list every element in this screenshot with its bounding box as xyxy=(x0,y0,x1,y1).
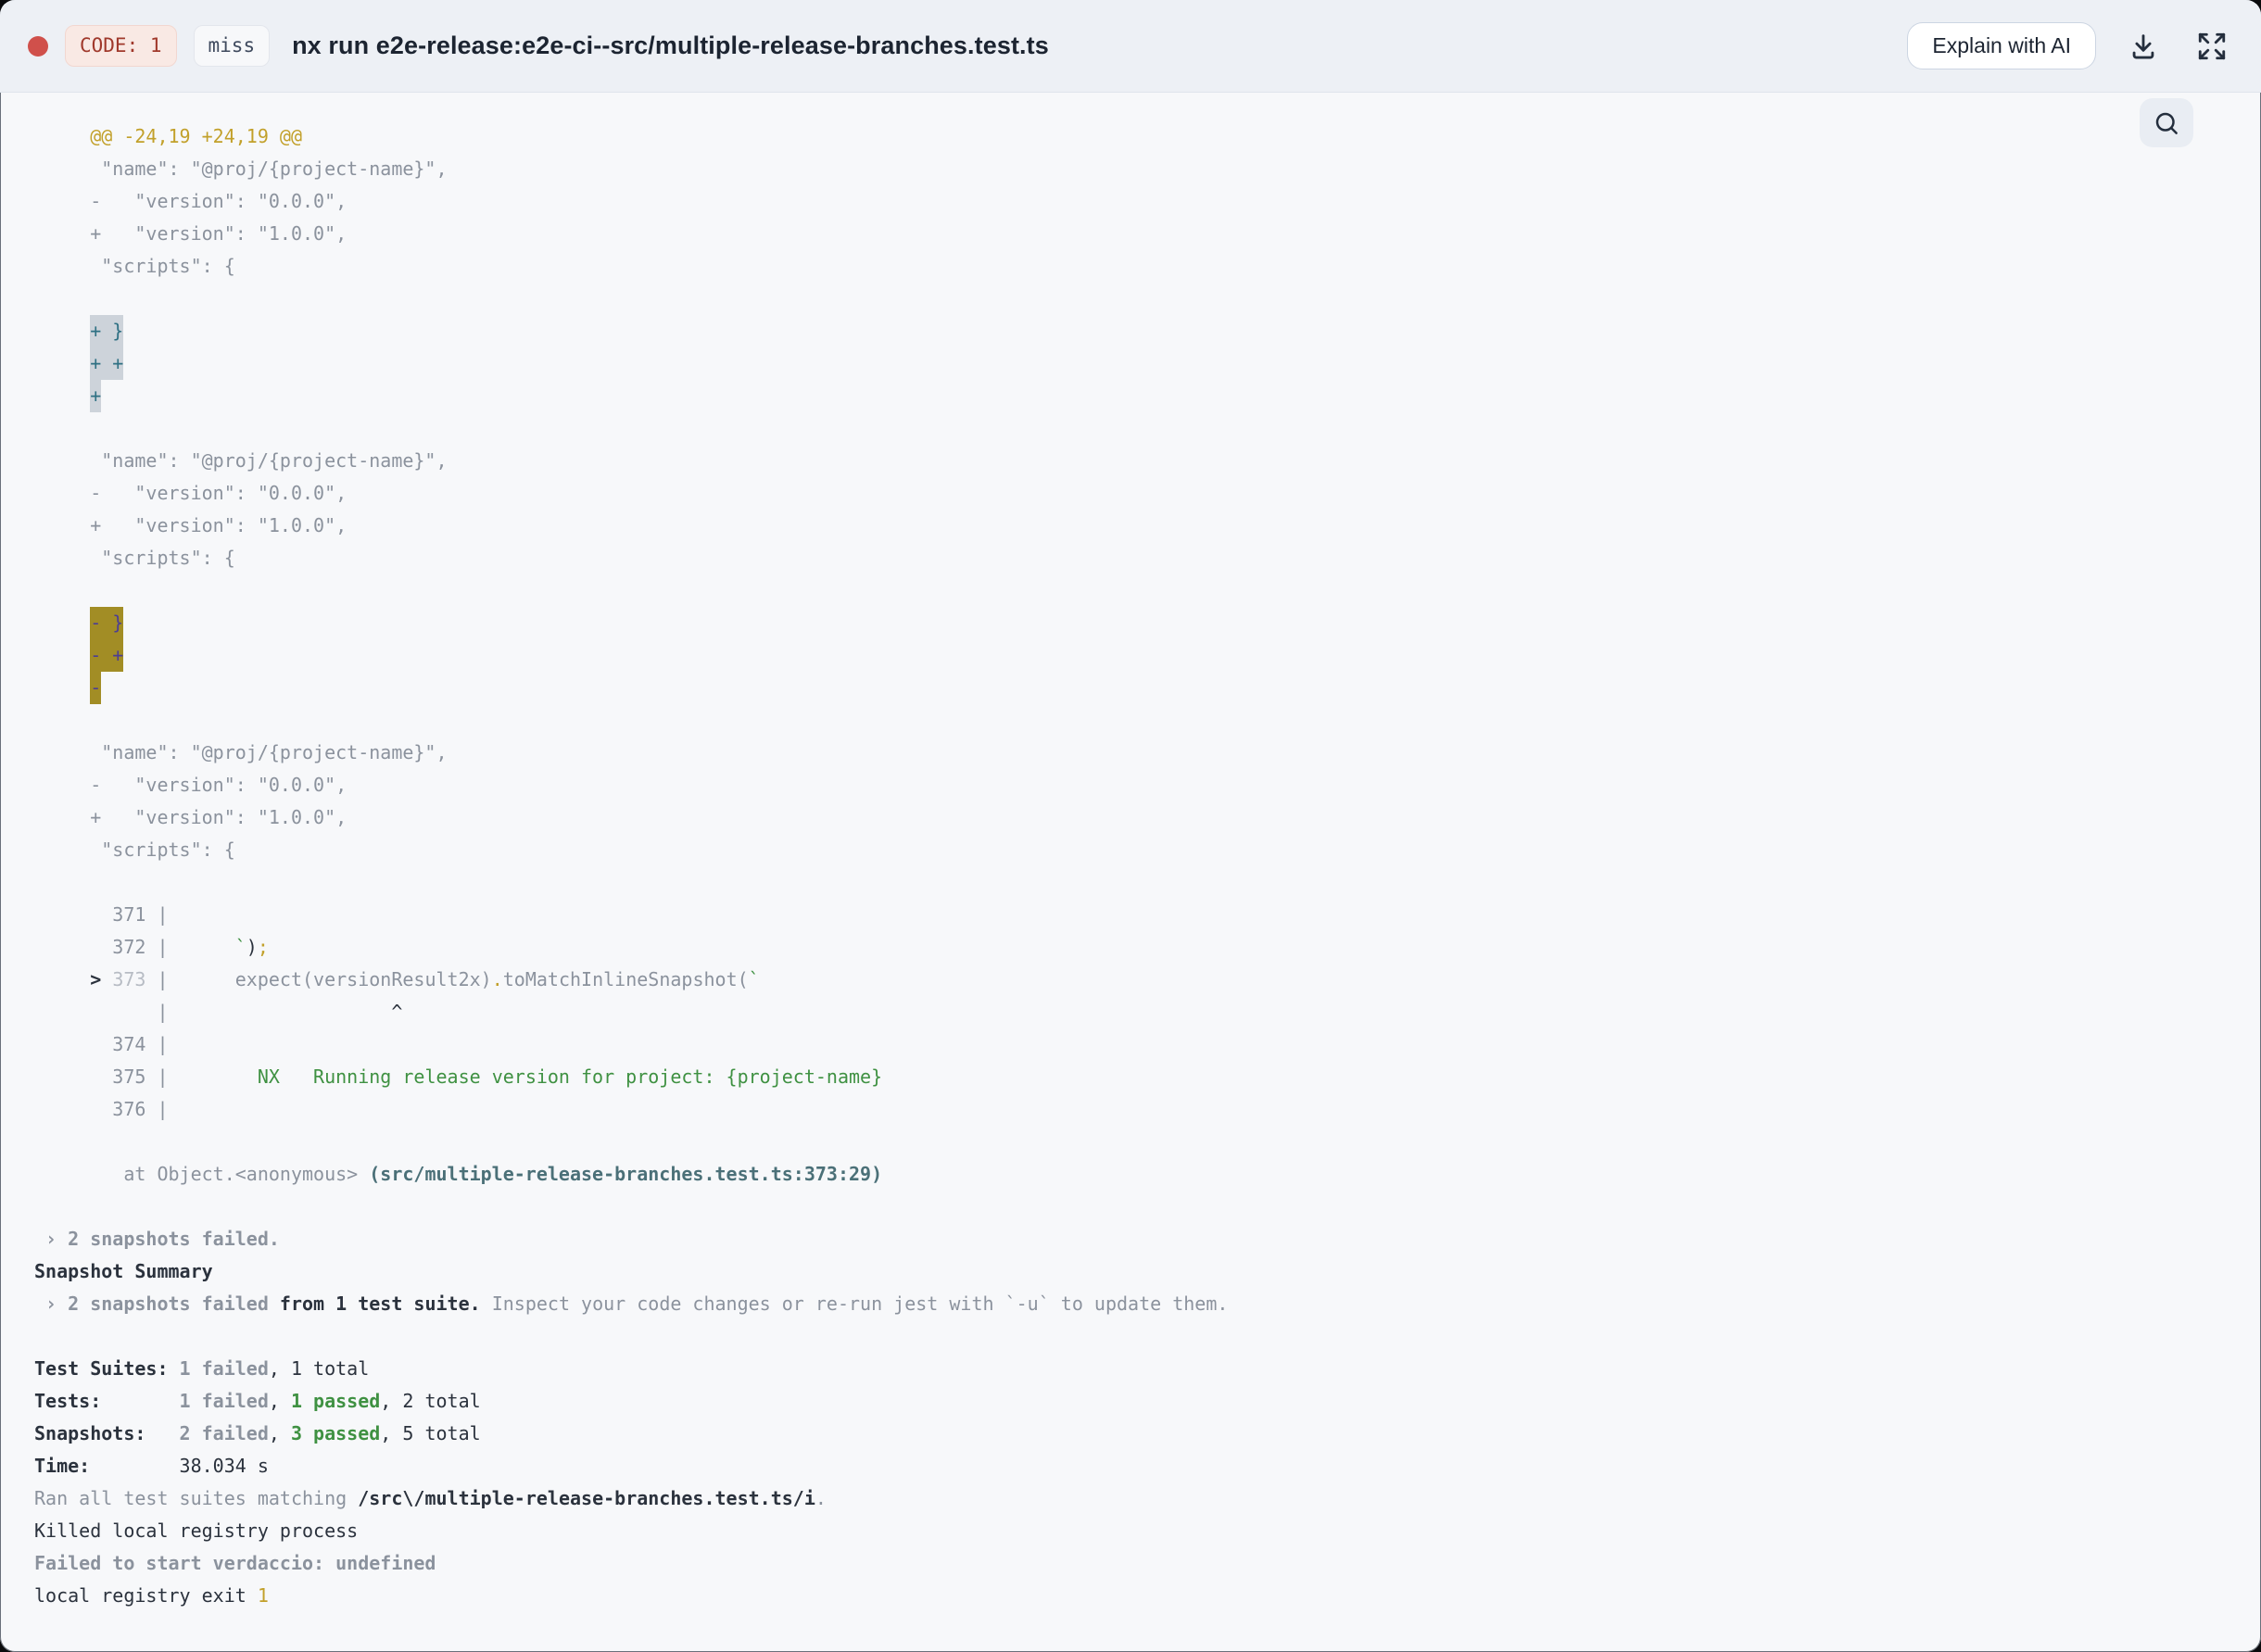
terminal-line: "scripts": { xyxy=(34,255,235,277)
terminal-line: + + xyxy=(34,347,2242,380)
terminal-line: Killed local registry process xyxy=(34,1520,359,1542)
terminal-line: Snapshots: 2 failed, 3 passed, 5 total xyxy=(34,1422,481,1444)
terminal-line: Failed to start verdaccio: undefined xyxy=(34,1552,436,1574)
terminal-line: - "version": "0.0.0", xyxy=(34,482,347,504)
terminal-line: + xyxy=(34,380,2242,412)
terminal-line: > 373 | expect(versionResult2x).toMatchI… xyxy=(90,968,760,990)
terminal-line: | ^ xyxy=(34,1001,403,1023)
explain-with-ai-button[interactable]: Explain with AI xyxy=(1907,22,2096,69)
terminal-line: 374 | xyxy=(34,1033,169,1055)
terminal-line: "name": "@proj/{project-name}", xyxy=(34,741,448,763)
exit-code-badge: CODE: 1 xyxy=(65,25,177,67)
terminal-line: + } xyxy=(34,315,2242,347)
terminal-line: - + xyxy=(34,639,2242,672)
terminal-line: 372 | `); xyxy=(34,936,269,958)
search-button[interactable] xyxy=(2140,98,2193,147)
terminal-line: + "version": "1.0.0", xyxy=(34,222,347,245)
terminal-line: + "version": "1.0.0", xyxy=(34,806,347,828)
download-icon xyxy=(2132,33,2154,58)
terminal-line: "name": "@proj/{project-name}", xyxy=(34,158,448,180)
terminal-line: Ran all test suites matching /src\/multi… xyxy=(34,1487,827,1509)
terminal-output: @@ -24,19 +24,19 @@ "name": "@proj/{proj… xyxy=(0,93,2261,1612)
expand-icon xyxy=(2198,32,2226,59)
terminal-line: Test Suites: 1 failed, 1 total xyxy=(34,1357,370,1380)
page-title: nx run e2e-release:e2e-ci--src/multiple-… xyxy=(292,32,1049,59)
terminal-line: - "version": "0.0.0", xyxy=(34,774,347,796)
terminal-line: 375 | NX Running release version for pro… xyxy=(34,1066,883,1088)
terminal-line: "scripts": { xyxy=(34,547,235,569)
terminal-line: "scripts": { xyxy=(34,839,235,861)
status-dot xyxy=(28,35,48,57)
header-bar: CODE: 1 miss nx run e2e-release:e2e-ci--… xyxy=(0,0,2261,93)
terminal-line: Snapshot Summary xyxy=(34,1260,213,1282)
terminal-line: "name": "@proj/{project-name}", xyxy=(34,449,448,472)
terminal-line: at Object.<anonymous> (src/multiple-rele… xyxy=(34,1163,883,1185)
terminal-line: + "version": "1.0.0", xyxy=(34,514,347,536)
terminal-line: - "version": "0.0.0", xyxy=(34,190,347,212)
terminal-line: 371 | xyxy=(34,903,169,926)
terminal-panel: @@ -24,19 +24,19 @@ "name": "@proj/{proj… xyxy=(0,93,2261,1652)
terminal-line: › 2 snapshots failed. xyxy=(34,1228,280,1250)
expand-button[interactable] xyxy=(2191,25,2233,68)
cache-miss-badge: miss xyxy=(193,25,271,67)
terminal-line: Time: 38.034 s xyxy=(34,1455,269,1477)
terminal-line: local registry exit 1 xyxy=(34,1584,269,1607)
download-button[interactable] xyxy=(2122,25,2165,68)
terminal-line: Tests: 1 failed, 1 passed, 2 total xyxy=(34,1390,481,1412)
log-viewer-window: CODE: 1 miss nx run e2e-release:e2e-ci--… xyxy=(0,0,2261,1652)
terminal-line: › 2 snapshots failed from 1 test suite. … xyxy=(34,1293,1229,1315)
terminal-line: 376 | xyxy=(34,1098,169,1120)
terminal-line: @@ -24,19 +24,19 @@ xyxy=(34,125,302,147)
terminal-line: - } xyxy=(34,607,2242,639)
search-icon xyxy=(2155,112,2178,134)
terminal-line: - xyxy=(34,672,2242,704)
